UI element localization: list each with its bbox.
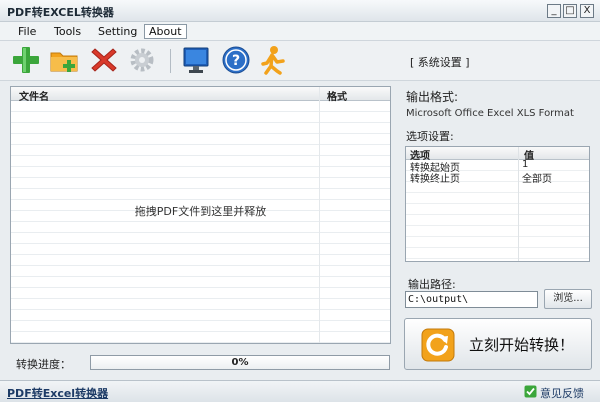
file-list-rows — [11, 101, 390, 343]
output-format-label: 输出格式: — [406, 90, 459, 104]
menu-file[interactable]: File — [14, 24, 40, 39]
progress-text: 0% — [231, 357, 249, 368]
add-folder-icon[interactable] — [48, 44, 80, 76]
progress-label: 转换进度： — [16, 358, 71, 371]
menu-tools[interactable]: Tools — [50, 24, 85, 39]
monitor-icon[interactable] — [180, 44, 212, 76]
options-table[interactable]: 选项 值 转换起始页 1 转换终止页 全部页 — [405, 146, 590, 262]
close-button[interactable]: X — [580, 4, 594, 18]
option-value[interactable]: 1 — [522, 159, 528, 170]
add-icon[interactable] — [10, 44, 42, 76]
toolbar-separator — [170, 49, 171, 73]
menu-bar: File Tools Setting About — [0, 22, 600, 41]
system-settings-link[interactable]: [ 系统设置 ] — [410, 54, 470, 70]
file-list[interactable]: 文件名 格式 拖拽PDF文件到这里并释放 — [10, 86, 391, 344]
start-convert-button[interactable]: 立刻开始转换！ — [404, 318, 592, 370]
output-path-label: 输出路径: — [408, 278, 456, 291]
progress-bar: 0% — [90, 355, 390, 370]
status-bar: PDF转Excel转换器 意见反馈 — [0, 380, 600, 402]
delete-icon[interactable] — [88, 44, 120, 76]
window-title: PDF转EXCEL转换器 — [7, 6, 114, 19]
option-row[interactable]: 转换终止页 全部页 — [406, 170, 589, 185]
convert-refresh-icon — [421, 328, 455, 362]
options-column-divider — [518, 147, 519, 261]
start-convert-label: 立刻开始转换！ — [469, 336, 575, 354]
menu-about[interactable]: About — [144, 24, 187, 39]
options-rows: 转换起始页 1 转换终止页 全部页 — [406, 159, 589, 261]
browse-button[interactable]: 浏览... — [544, 289, 592, 309]
feedback-label: 意见反馈 — [540, 387, 584, 400]
drop-hint: 拖拽PDF文件到这里并释放 — [134, 205, 267, 218]
runner-icon[interactable] — [257, 44, 289, 76]
help-icon[interactable]: ? — [220, 44, 252, 76]
options-label: 选项设置: — [406, 130, 454, 143]
option-value[interactable]: 全部页 — [522, 170, 552, 185]
feedback-check-icon — [524, 385, 537, 398]
option-name: 转换终止页 — [410, 174, 460, 185]
output-path-input[interactable] — [405, 291, 538, 308]
menu-setting[interactable]: Setting — [94, 24, 141, 39]
file-list-header: 文件名 格式 — [11, 87, 390, 103]
toolbar: ? [ 系统设置 ] — [0, 41, 600, 81]
title-bar: PDF转EXCEL转换器 _ □ X — [0, 0, 600, 22]
output-format-value: Microsoft Office Excel XLS Format — [406, 108, 574, 119]
product-link[interactable]: PDF转Excel转换器 — [7, 385, 108, 401]
maximize-button[interactable]: □ — [563, 4, 577, 18]
settings-gear-icon[interactable] — [126, 44, 158, 76]
svg-text:?: ? — [232, 53, 240, 69]
minimize-button[interactable]: _ — [547, 4, 561, 18]
